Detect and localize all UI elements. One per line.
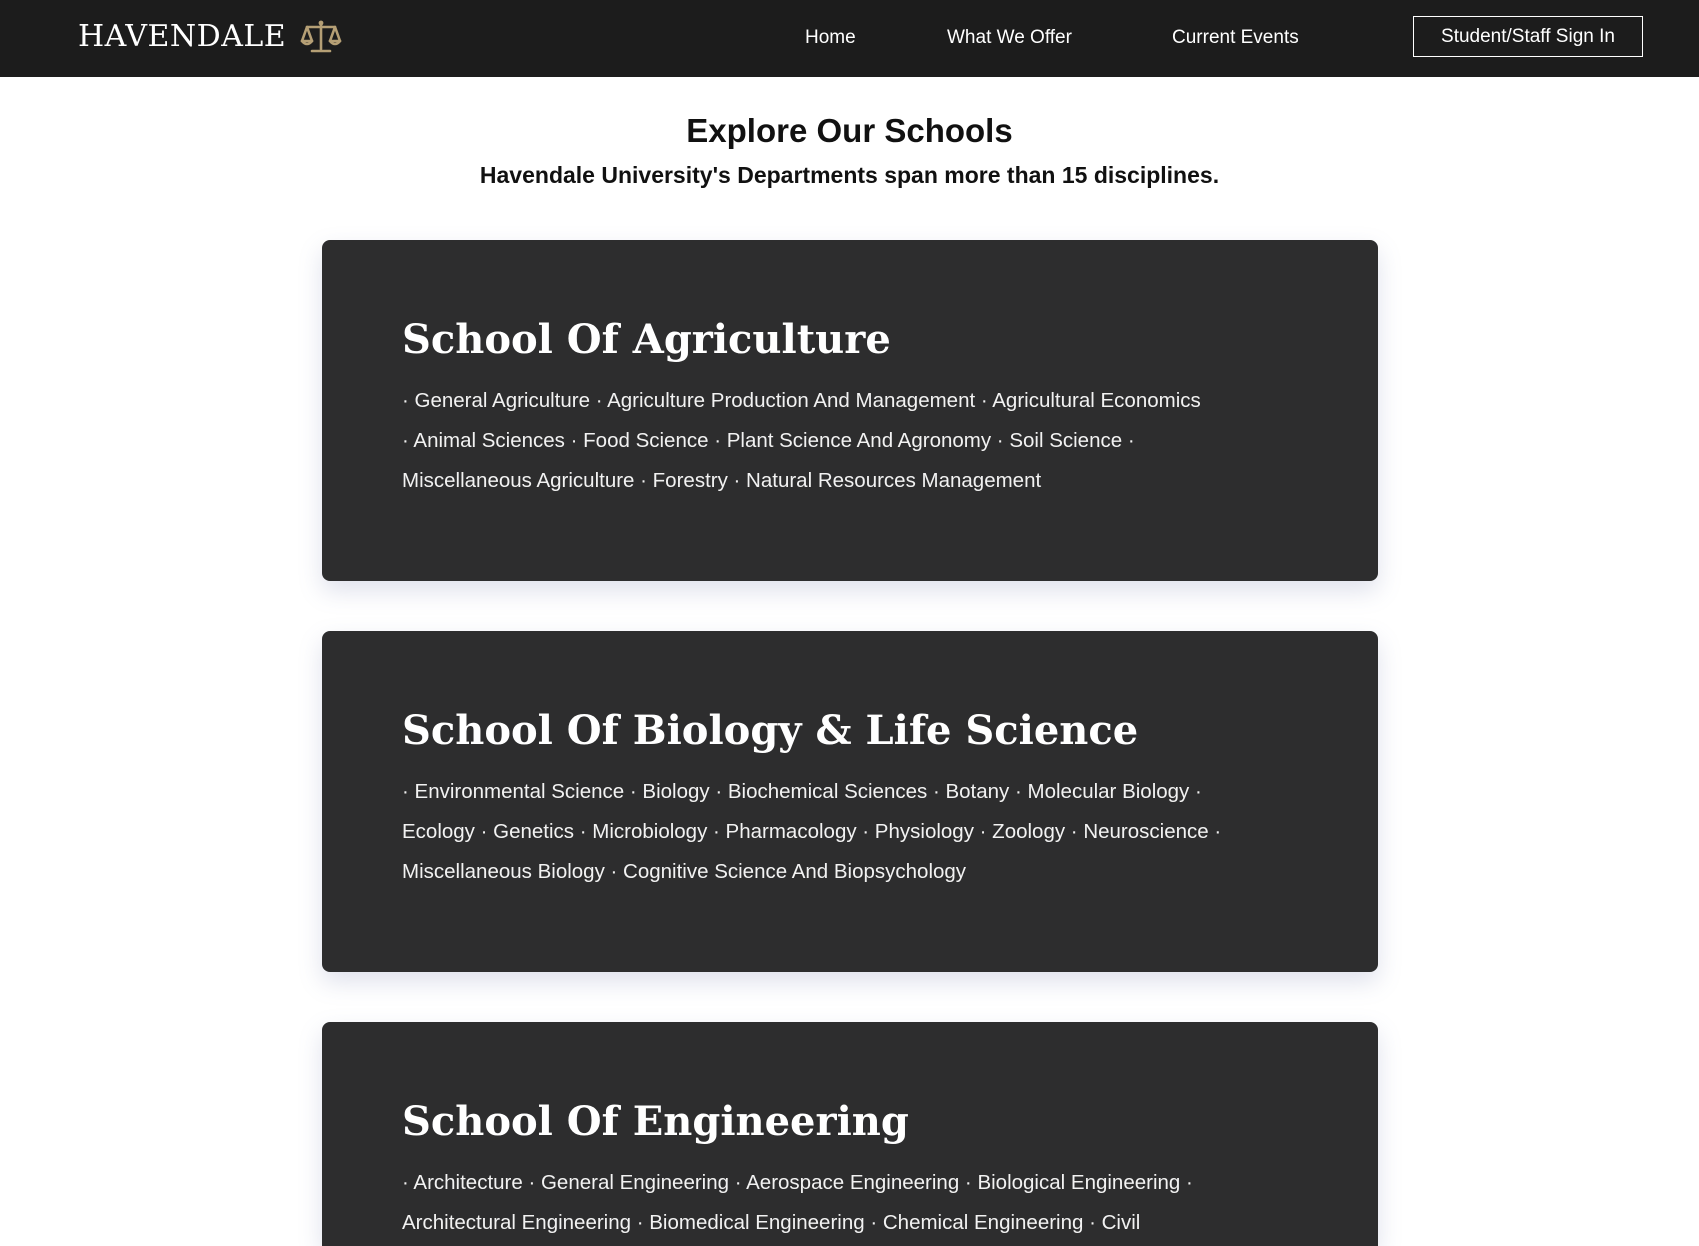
school-disciplines: · General Agriculture · Agriculture Prod… (402, 381, 1322, 501)
school-title: School Of Biology & Life Science (402, 707, 1139, 754)
discipline-line: Miscellaneous Agriculture · Forestry · N… (402, 469, 1042, 492)
nav-what-we-offer-link[interactable]: What We Offer (947, 26, 1072, 50)
school-card-engineering: School Of Engineering · Architecture · G… (322, 1022, 1378, 1246)
brand-logo[interactable]: HAVENDALE (78, 18, 342, 56)
school-title: School Of Agriculture (402, 316, 891, 363)
nav-home-link[interactable]: Home (805, 26, 856, 50)
sign-in-button[interactable]: Student/Staff Sign In (1413, 16, 1643, 57)
discipline-line: · Environmental Science · Biology · Bioc… (402, 780, 1202, 803)
discipline-line: · General Agriculture · Agriculture Prod… (402, 389, 1201, 412)
nav-current-events-link[interactable]: Current Events (1172, 26, 1299, 50)
scales-icon (300, 20, 342, 53)
discipline-line: · Architecture · General Engineering · A… (402, 1171, 1193, 1194)
page-title: Explore Our Schools (686, 112, 1013, 149)
discipline-line: · Animal Sciences · Food Science · Plant… (402, 429, 1135, 452)
school-card-agriculture: School Of Agriculture · General Agricult… (322, 240, 1378, 581)
discipline-line: Architectural Engineering · Biomedical E… (402, 1211, 1141, 1234)
discipline-line: Miscellaneous Biology · Cognitive Scienc… (402, 860, 967, 883)
school-disciplines: · Environmental Science · Biology · Bioc… (402, 772, 1322, 892)
school-card-biology: School Of Biology & Life Science · Envir… (322, 631, 1378, 972)
brand-name: HAVENDALE (78, 19, 287, 54)
school-title: School Of Engineering (402, 1098, 909, 1145)
top-navigation-bar: HAVENDALE Home What We Offer Current Eve… (0, 0, 1699, 77)
school-disciplines: · Architecture · General Engineering · A… (402, 1163, 1322, 1243)
discipline-line: Ecology · Genetics · Microbiology · Phar… (402, 820, 1222, 843)
page-subtitle: Havendale University's Departments span … (479, 162, 1220, 188)
